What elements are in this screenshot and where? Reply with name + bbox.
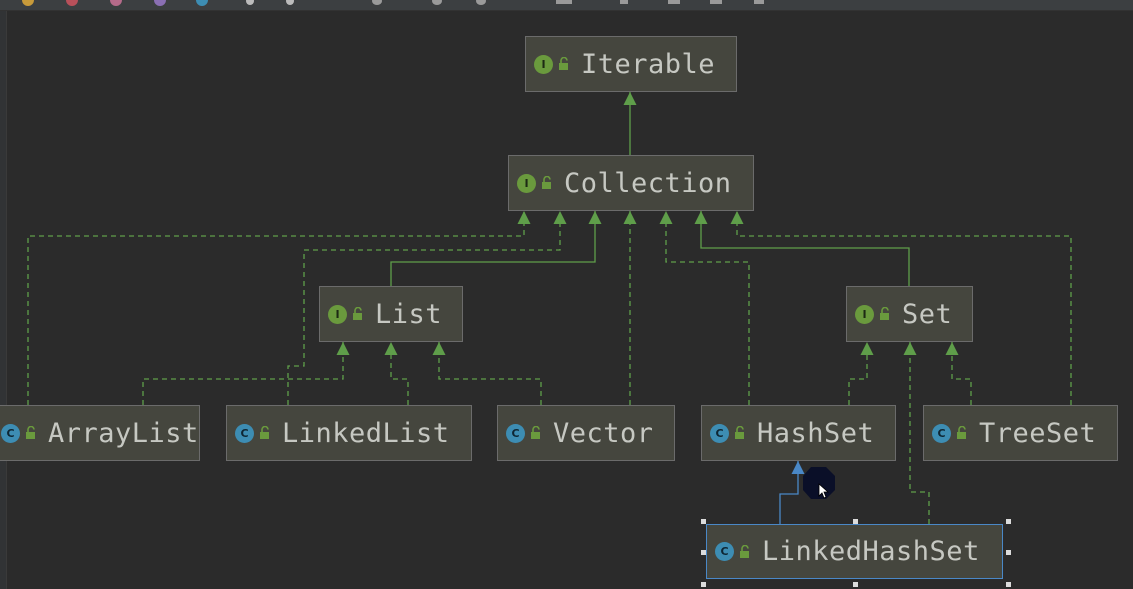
lock-open-icon — [26, 426, 35, 439]
arrowhead-linkedlist-to-collection — [553, 211, 567, 224]
node-vector[interactable]: C Vector — [497, 405, 675, 461]
selection-handle[interactable] — [852, 519, 858, 524]
diagram-canvas[interactable]: I Iterable I Collection I List I Set C ArrayList C… — [0, 0, 1133, 589]
node-set[interactable]: I Set — [846, 286, 973, 342]
lock-open-icon — [531, 426, 540, 439]
lock-open-icon — [559, 57, 568, 70]
arrowhead-arraylist-to-list — [336, 342, 350, 355]
node-label: LinkedHashSet — [762, 536, 980, 567]
node-label: Set — [902, 298, 953, 330]
selection-handle[interactable] — [852, 582, 858, 587]
selection-handle[interactable] — [1006, 519, 1011, 524]
node-label: Vector — [553, 417, 654, 449]
interface-icon: I — [855, 304, 874, 324]
selection-handle[interactable] — [701, 582, 706, 587]
edge-vector-to-list — [438, 342, 542, 405]
interface-icon: I — [534, 54, 553, 74]
edge-hashset-to-collection — [665, 211, 750, 405]
arrowhead-list-to-collection — [588, 211, 602, 224]
class-icon: C — [932, 423, 951, 443]
node-label: ArrayList — [48, 417, 199, 449]
arrowhead-set-to-collection — [694, 211, 708, 224]
node-collection[interactable]: I Collection — [508, 155, 754, 211]
node-hashset[interactable]: C HashSet — [701, 405, 896, 461]
class-icon: C — [235, 423, 254, 443]
node-label: List — [375, 298, 443, 330]
node-label: Collection — [564, 167, 732, 199]
class-icon: C — [1, 423, 20, 443]
selection-handle[interactable] — [1006, 582, 1011, 587]
node-treeset[interactable]: C TreeSet — [923, 405, 1118, 461]
arrowhead-hashset-to-set — [860, 342, 874, 355]
node-label: LinkedList — [282, 417, 450, 449]
lock-open-icon — [957, 426, 966, 439]
node-list[interactable]: I List — [319, 286, 463, 342]
node-linkedhashset[interactable]: C LinkedHashSet — [706, 524, 1003, 579]
node-linkedlist[interactable]: C LinkedList — [226, 405, 472, 461]
arrowhead-treeset-to-collection — [730, 211, 744, 224]
arrowhead-vector-to-collection — [623, 211, 637, 224]
arrowhead-linkedlist-to-list — [384, 342, 398, 355]
arrowhead-treeset-to-set — [945, 342, 959, 355]
node-label: Iterable — [581, 48, 716, 80]
mouse-cursor-icon — [803, 467, 835, 499]
selection-handle[interactable] — [701, 519, 706, 524]
node-label: TreeSet — [979, 417, 1097, 449]
class-icon: C — [715, 542, 734, 561]
selection-handle[interactable] — [701, 549, 706, 555]
edge-arraylist-to-list — [142, 342, 344, 405]
lock-open-icon — [542, 176, 551, 189]
arrowhead-arraylist-to-collection — [517, 211, 531, 224]
lock-open-icon — [880, 307, 889, 320]
selection-handle[interactable] — [1006, 549, 1011, 555]
class-icon: C — [710, 423, 729, 443]
arrowhead-collection-to-iterable — [623, 92, 637, 105]
interface-icon: I — [517, 173, 536, 193]
arrowhead-hashset-to-collection — [659, 211, 673, 224]
node-iterable[interactable]: I Iterable — [525, 36, 737, 92]
lock-open-icon — [260, 426, 269, 439]
lock-open-icon — [740, 544, 749, 558]
node-arraylist[interactable]: C ArrayList — [0, 405, 200, 461]
interface-icon: I — [328, 304, 347, 324]
arrowhead-linkedhashset-to-set — [903, 342, 917, 355]
lock-open-icon — [353, 307, 362, 320]
lock-open-icon — [735, 426, 744, 439]
arrowhead-vector-to-list — [432, 342, 446, 355]
node-label: HashSet — [757, 417, 875, 449]
class-icon: C — [506, 423, 525, 443]
